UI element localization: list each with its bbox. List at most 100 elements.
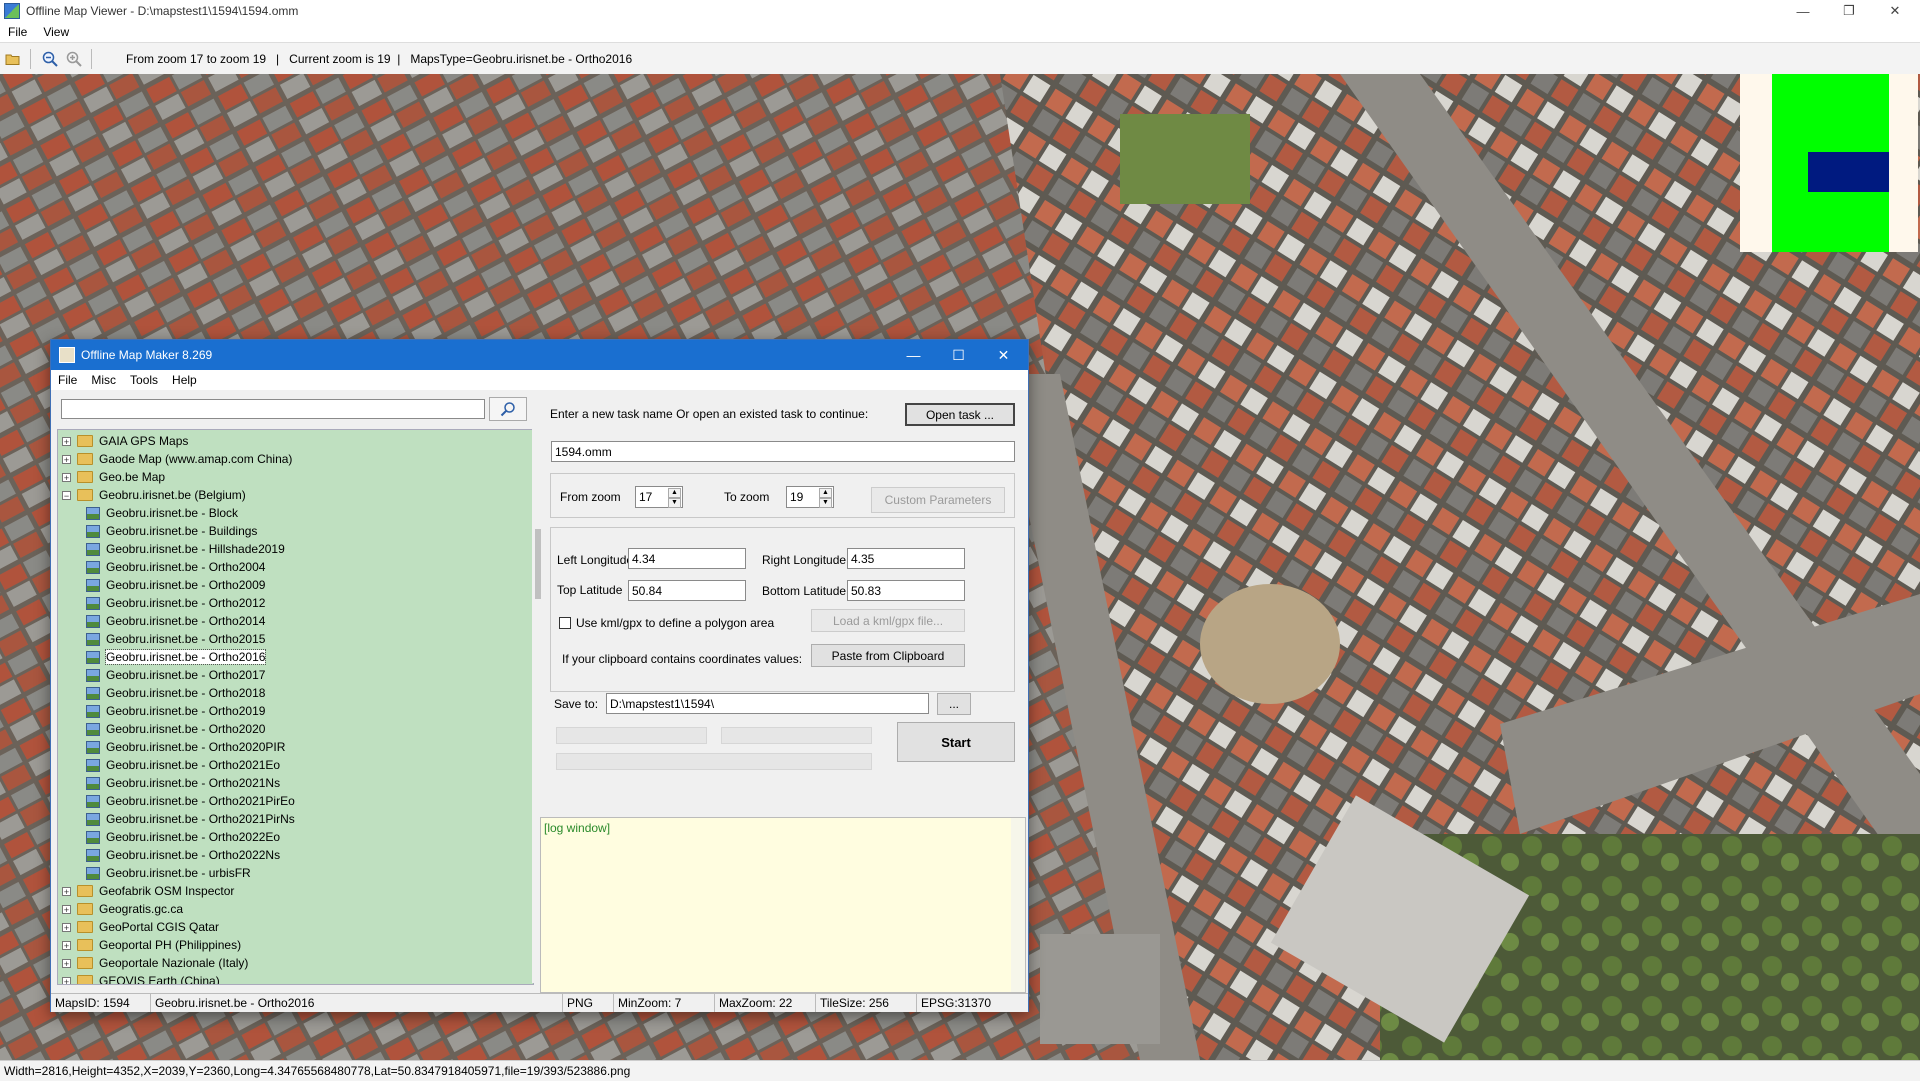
expand-icon[interactable]: +	[62, 904, 71, 914]
expand-icon[interactable]: +	[62, 976, 71, 984]
collapse-icon[interactable]: −	[62, 490, 71, 500]
expand-icon[interactable]: +	[62, 454, 71, 464]
tree-map-item[interactable]: Geobru.irisnet.be - Ortho2017	[86, 666, 265, 684]
tree-map-item[interactable]: Geobru.irisnet.be - Ortho2020	[86, 720, 265, 738]
tree-folder-item[interactable]: + GeoPortal CGIS Qatar	[62, 918, 219, 936]
tree-map-item[interactable]: Geobru.irisnet.be - Ortho2022Ns	[86, 846, 280, 864]
expand-icon[interactable]: +	[62, 886, 71, 896]
map-layer-icon	[86, 632, 100, 646]
tree-folder-item[interactable]: − Geobru.irisnet.be (Belgium)	[62, 486, 246, 504]
open-task-button[interactable]: Open task ...	[905, 403, 1015, 426]
menu-view[interactable]: View	[35, 25, 77, 39]
tree-folder-item[interactable]: + Geogratis.gc.ca	[62, 900, 183, 918]
right-longitude-field[interactable]: 4.35	[847, 548, 965, 569]
spin-down-icon[interactable]: ▼	[668, 498, 681, 508]
tree-folder-item[interactable]: + Geofabrik OSM Inspector	[62, 882, 234, 900]
restore-icon[interactable]: ❐	[1826, 0, 1872, 22]
search-button[interactable]	[489, 397, 527, 421]
log-window[interactable]: [log window]	[540, 817, 1026, 993]
tree-folder-item[interactable]: + Geo.be Map	[62, 468, 165, 486]
load-kml-button[interactable]: Load a kml/gpx file...	[811, 609, 965, 632]
kml-polygon-label: Use kml/gpx to define a polygon area	[576, 616, 775, 630]
zoom-in-icon[interactable]	[63, 48, 85, 70]
tree-map-item[interactable]: Geobru.irisnet.be - Ortho2021Ns	[86, 774, 280, 792]
minimap[interactable]	[1740, 74, 1918, 252]
expand-icon[interactable]: +	[62, 922, 71, 932]
dialog-close-icon[interactable]: ✕	[981, 340, 1026, 370]
tree-folder-item[interactable]: + Gaode Map (www.amap.com China)	[62, 450, 292, 468]
tree-map-item[interactable]: Geobru.irisnet.be - Ortho2021PirEo	[86, 792, 295, 810]
tree-map-item[interactable]: Geobru.irisnet.be - Ortho2004	[86, 558, 265, 576]
tree-item-label: Geoportal PH (Philippines)	[99, 938, 242, 952]
map-layer-icon	[86, 650, 100, 664]
tree-folder-item[interactable]: + Geoportal PH (Philippines)	[62, 936, 241, 954]
start-button[interactable]: Start	[897, 722, 1015, 762]
tree-map-item[interactable]: Geobru.irisnet.be - Ortho2009	[86, 576, 265, 594]
tree-item-label: Geobru.irisnet.be - Ortho2021Eo	[106, 758, 281, 772]
tree-map-item[interactable]: Geobru.irisnet.be - Ortho2021PirNs	[86, 810, 295, 828]
tree-map-item[interactable]: Geobru.irisnet.be - Ortho2015	[86, 630, 265, 648]
folder-icon	[77, 885, 93, 897]
log-scrollbar[interactable]	[1011, 818, 1025, 992]
tree-map-item[interactable]: Geobru.irisnet.be - Ortho2019	[86, 702, 265, 720]
kml-polygon-checkbox[interactable]	[559, 617, 571, 629]
folder-icon	[77, 903, 93, 915]
tree-map-item[interactable]: Geobru.irisnet.be - Ortho2021Eo	[86, 756, 280, 774]
save-to-field[interactable]: D:\mapstest1\1594\	[606, 693, 929, 714]
browse-button[interactable]: ...	[937, 693, 971, 715]
spin-up-icon[interactable]: ▲	[819, 488, 832, 498]
tree-folder-item[interactable]: + Geoportale Nazionale (Italy)	[62, 954, 248, 972]
left-longitude-field[interactable]: 4.34	[628, 548, 746, 569]
viewer-title: Offline Map Viewer - D:\mapstest1\1594\1…	[26, 4, 299, 18]
tree-folder-item[interactable]: + GEOVIS Earth (China)	[62, 972, 220, 984]
map-layer-icon	[86, 866, 100, 880]
tree-map-item[interactable]: Geobru.irisnet.be - Buildings	[86, 522, 257, 540]
from-zoom-stepper[interactable]: 17 ▲ ▼	[635, 486, 683, 508]
dialog-menu-help[interactable]: Help	[165, 373, 204, 387]
minimize-icon[interactable]: —	[1780, 0, 1826, 22]
zoom-out-icon[interactable]	[39, 48, 61, 70]
expand-icon[interactable]: +	[62, 940, 71, 950]
top-latitude-field[interactable]: 50.84	[628, 580, 746, 601]
dialog-minimize-icon[interactable]: —	[891, 340, 936, 370]
tree-map-item[interactable]: Geobru.irisnet.be - Ortho2018	[86, 684, 265, 702]
from-zoom-spin[interactable]: ▲ ▼	[668, 488, 681, 508]
close-icon[interactable]: ✕	[1872, 0, 1918, 22]
expand-icon[interactable]: +	[62, 958, 71, 968]
tree-map-item[interactable]: Geobru.irisnet.be - Ortho2022Eo	[86, 828, 280, 846]
dialog-menu-file[interactable]: File	[51, 373, 84, 387]
expand-icon[interactable]: +	[62, 472, 71, 482]
task-name-field[interactable]: 1594.omm	[551, 441, 1015, 462]
tree-map-item[interactable]: Geobru.irisnet.be - Ortho2014	[86, 612, 265, 630]
spin-up-icon[interactable]: ▲	[668, 488, 681, 498]
dialog-menu-tools[interactable]: Tools	[123, 373, 165, 387]
search-icon	[500, 402, 515, 417]
tree-item-label: Geobru.irisnet.be - Ortho2017	[106, 668, 266, 682]
custom-parameters-button[interactable]: Custom Parameters	[871, 487, 1005, 513]
to-zoom-stepper[interactable]: 19 ▲ ▼	[786, 486, 834, 508]
tree-map-item[interactable]: Geobru.irisnet.be - Block	[86, 504, 238, 522]
tree-item-label: Geobru.irisnet.be - Ortho2021PirEo	[106, 794, 295, 808]
dialog-app-icon	[59, 347, 75, 363]
map-source-tree[interactable]: + GAIA GPS Maps + Gaode Map (www.amap.com C…	[57, 429, 534, 985]
map-layer-icon	[86, 578, 100, 592]
dialog-maximize-icon[interactable]: ☐	[936, 340, 981, 370]
tree-map-item[interactable]: Geobru.irisnet.be - Ortho2016	[86, 648, 267, 666]
folder-icon	[77, 453, 93, 465]
dialog-menu-misc[interactable]: Misc	[84, 373, 123, 387]
expand-icon[interactable]: +	[62, 436, 71, 446]
tree-scrollbar-thumb[interactable]	[535, 529, 541, 599]
tree-map-item[interactable]: Geobru.irisnet.be - Ortho2012	[86, 594, 265, 612]
tree-map-item[interactable]: Geobru.irisnet.be - Hillshade2019	[86, 540, 285, 558]
paste-clipboard-button[interactable]: Paste from Clipboard	[811, 644, 965, 667]
tree-map-item[interactable]: Geobru.irisnet.be - urbisFR	[86, 864, 251, 882]
tree-item-label: Geobru.irisnet.be (Belgium)	[99, 488, 246, 502]
tree-folder-item[interactable]: + GAIA GPS Maps	[62, 432, 188, 450]
spin-down-icon[interactable]: ▼	[819, 498, 832, 508]
map-search-input[interactable]	[61, 399, 485, 419]
open-folder-icon[interactable]	[2, 48, 24, 70]
bottom-latitude-field[interactable]: 50.83	[847, 580, 965, 601]
tree-map-item[interactable]: Geobru.irisnet.be - Ortho2020PIR	[86, 738, 285, 756]
menu-file[interactable]: File	[0, 25, 35, 39]
to-zoom-spin[interactable]: ▲ ▼	[819, 488, 832, 508]
